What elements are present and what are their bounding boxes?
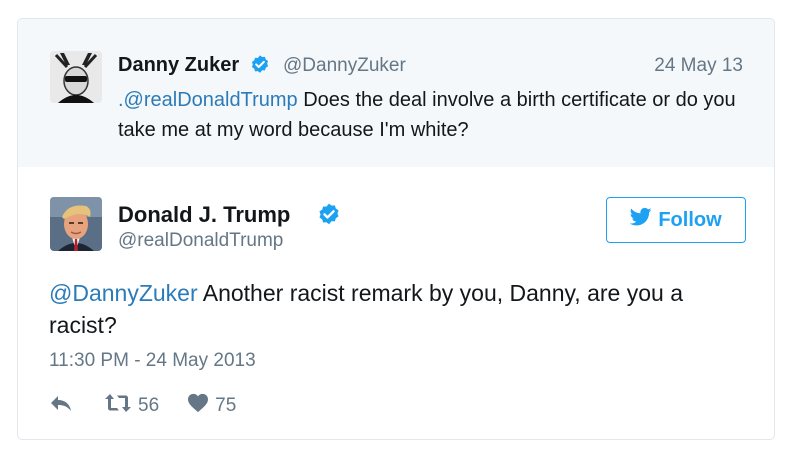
retweet-count: 56 [138, 395, 160, 416]
parent-mention-link[interactable]: .@realDonaldTrump [118, 89, 298, 111]
retweet-button[interactable]: 56 [104, 393, 159, 419]
main-author-name[interactable]: Donald J. Trump [118, 201, 290, 229]
quoted-parent-tweet[interactable]: Danny Zuker @DannyZuker 24 May 13 .@real… [18, 19, 774, 167]
main-author-handle[interactable]: @realDonaldTrump [118, 229, 283, 253]
danny-zuker-avatar[interactable] [50, 51, 102, 103]
like-button[interactable]: 75 [187, 393, 236, 419]
retweet-icon [104, 393, 132, 419]
reply-button[interactable] [49, 393, 73, 419]
parent-tweet-text: .@realDonaldTrump Does the deal involve … [118, 85, 738, 145]
parent-author-handle[interactable]: @DannyZuker [283, 54, 406, 78]
tweet-actions: 56 75 [49, 393, 236, 419]
heart-icon [187, 393, 209, 419]
tweet-embed-card: Danny Zuker @DannyZuker 24 May 13 .@real… [17, 18, 775, 440]
main-tweet-text: @DannyZuker Another racist remark by you… [49, 277, 739, 341]
follow-button-label: Follow [658, 208, 722, 231]
tweet-timestamp[interactable]: 11:30 PM - 24 May 2013 [49, 349, 256, 373]
parent-author-name[interactable]: Danny Zuker [118, 53, 239, 77]
follow-button[interactable]: Follow [606, 197, 746, 243]
verified-badge-icon [316, 202, 342, 233]
verified-badge-icon [249, 54, 271, 81]
parent-date[interactable]: 24 May 13 [654, 54, 743, 78]
donald-trump-avatar[interactable] [50, 197, 102, 251]
main-mention-link[interactable]: @DannyZuker [49, 280, 198, 306]
like-count: 75 [215, 395, 237, 416]
twitter-bird-icon [630, 207, 652, 233]
reply-icon [49, 393, 73, 419]
